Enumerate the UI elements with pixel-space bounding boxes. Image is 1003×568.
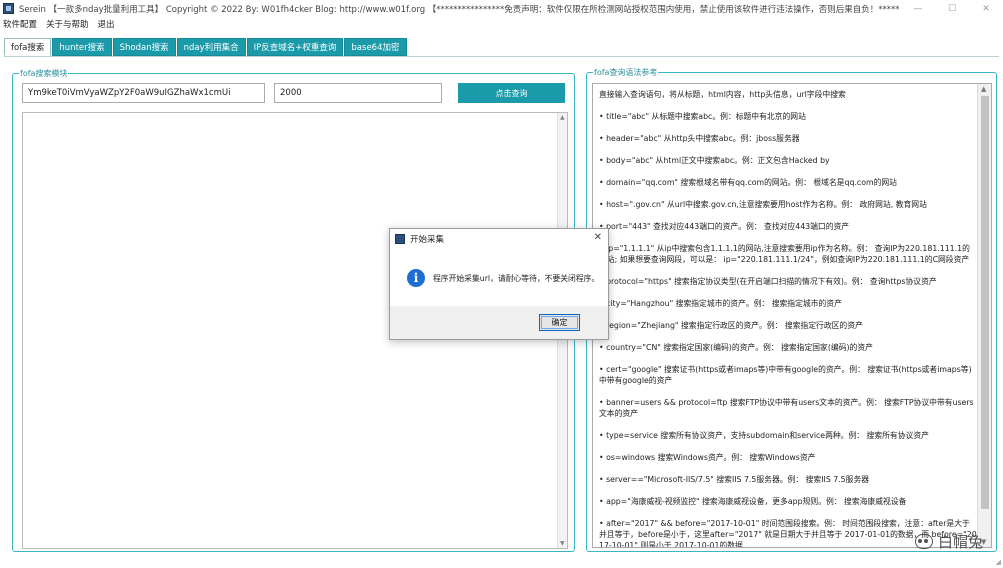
tab-hunter-search[interactable]: hunter搜索 [52, 38, 112, 56]
watermark-text: 白帽兔 [937, 533, 983, 551]
syntax-line: • app="海康威视-视频监控" 搜索海康威视设备，更多app规则。例： 搜索… [599, 497, 907, 506]
window-titlebar: Serein 【一款多nday批量利用工具】 Copyright © 2022 … [0, 0, 1003, 17]
resize-grip-icon[interactable]: ◢ [996, 558, 1001, 566]
window-controls: — ☐ ✕ [901, 0, 1003, 17]
dialog-title: 开始采集 [410, 235, 445, 245]
start-collect-dialog: 开始采集 ✕ i 程序开始采集url，请耐心等待，不要关闭程序。 确定 [389, 228, 609, 340]
menu-item-about-help[interactable]: 关于与帮助 [46, 18, 89, 30]
tab-ip-reverse-domain[interactable]: IP反查域名+权重查询 [246, 38, 344, 56]
minimize-button[interactable]: — [901, 0, 935, 17]
app-icon [3, 3, 14, 14]
dialog-app-icon [395, 234, 405, 244]
tab-nday-exploits[interactable]: nday利用集合 [176, 38, 246, 56]
search-button[interactable]: 点击查询 [458, 83, 565, 103]
syntax-list: 直接输入查询语句，将从标题，html内容，http头信息，url字段中搜索 • … [599, 89, 977, 547]
syntax-line: • protocol="https" 搜索指定协议类型(在开启端口扫描的情况下有… [599, 277, 937, 286]
scroll-up-icon[interactable]: ▲ [981, 85, 986, 93]
menu-item-settings[interactable]: 软件配置 [3, 18, 37, 30]
syntax-line: 直接输入查询语句，将从标题，html内容，http头信息，url字段中搜索 [599, 90, 846, 99]
syntax-line: • title="abc" 从标题中搜索abc。例：标题中有北京的网站 [599, 112, 806, 121]
dialog-message: 程序开始采集url，请耐心等待，不要关闭程序。 [433, 273, 600, 283]
window-title: Serein 【一款多nday批量利用工具】 Copyright © 2022 … [19, 4, 899, 15]
syntax-line: • region="Zhejiang" 搜索指定行政区的资产。例： 搜索指定行政… [599, 321, 863, 330]
tab-divider [4, 56, 999, 57]
syntax-line: • server=="Microsoft-IIS/7.5" 搜索IIS 7.5服… [599, 475, 870, 484]
wechat-icon [914, 534, 933, 549]
syntax-line: • os=windows 搜索Windows资产。例： 搜索Windows资产 [599, 453, 816, 462]
watermark: 白帽兔 [914, 531, 983, 552]
fofa-search-group-title: fofa搜索模块 [19, 68, 69, 79]
syntax-line: • domain="qq.com" 搜索根域名带有qq.com的网站。例： 根域… [599, 178, 897, 187]
syntax-reference-textarea[interactable]: 直接输入查询语句，将从标题，html内容，http头信息，url字段中搜索 • … [592, 83, 992, 548]
tab-bar: fofa搜索 hunter搜索 Shodan搜索 nday利用集合 IP反查域名… [4, 38, 408, 56]
syntax-line: • host=".gov.cn" 从url中搜索.gov.cn,注意搜索要用ho… [599, 200, 927, 209]
menu-item-exit[interactable]: 退出 [98, 18, 115, 30]
dialog-titlebar: 开始采集 ✕ [390, 229, 608, 249]
syntax-line: • port="443" 查找对应443端口的资产。例： 查找对应443端口的资… [599, 222, 850, 231]
ok-button[interactable]: 确定 [539, 314, 580, 331]
dialog-close-icon[interactable]: ✕ [594, 232, 602, 243]
result-size-input[interactable]: 2000 [274, 83, 442, 103]
syntax-line: • type=service 搜索所有协议资产，支持subdomain和serv… [599, 431, 929, 440]
dialog-footer: 确定 [390, 306, 608, 339]
syntax-line: • banner=users && protocol=ftp 搜索FTP协议中带… [599, 398, 974, 418]
close-button[interactable]: ✕ [969, 0, 1003, 17]
syntax-line: • country="CN" 搜索指定国家(编码)的资产。例： 搜索指定国家(编… [599, 343, 873, 352]
tab-shodan-search[interactable]: Shodan搜索 [112, 38, 176, 56]
syntax-line: • ip="1.1.1.1" 从ip中搜索包含1.1.1.1的网站,注意搜索要用… [599, 244, 970, 264]
syntax-line: • cert="google" 搜索证书(https或者imaps等)中带有go… [599, 365, 972, 385]
tab-fofa-search[interactable]: fofa搜索 [4, 38, 52, 56]
menu-bar: 软件配置 关于与帮助 退出 [0, 17, 124, 31]
fofa-query-input[interactable]: Ym9keT0iVmVyaWZpY2F0aW9uIGZhaWx1cmUi [22, 83, 265, 103]
tab-base64-encode[interactable]: base64加密 [344, 38, 407, 56]
maximize-button[interactable]: ☐ [935, 0, 969, 17]
syntax-line: • body="abc" 从html正文中搜索abc。例：正文包含Hacked … [599, 156, 830, 165]
syntax-scrollbar[interactable]: ▲ ▼ [977, 84, 991, 547]
info-icon: i [407, 269, 425, 287]
dialog-body: i 程序开始采集url，请耐心等待，不要关闭程序。 [390, 249, 608, 307]
syntax-reference-group-title: fofa查询语法参考 [593, 67, 659, 78]
scrollbar-thumb[interactable] [981, 96, 989, 509]
syntax-line: • header="abc" 从http头中搜索abc。例：jboss服务器 [599, 134, 800, 143]
syntax-line: • city="Hangzhou" 搜索指定城市的资产。例： 搜索指定城市的资产 [599, 299, 842, 308]
